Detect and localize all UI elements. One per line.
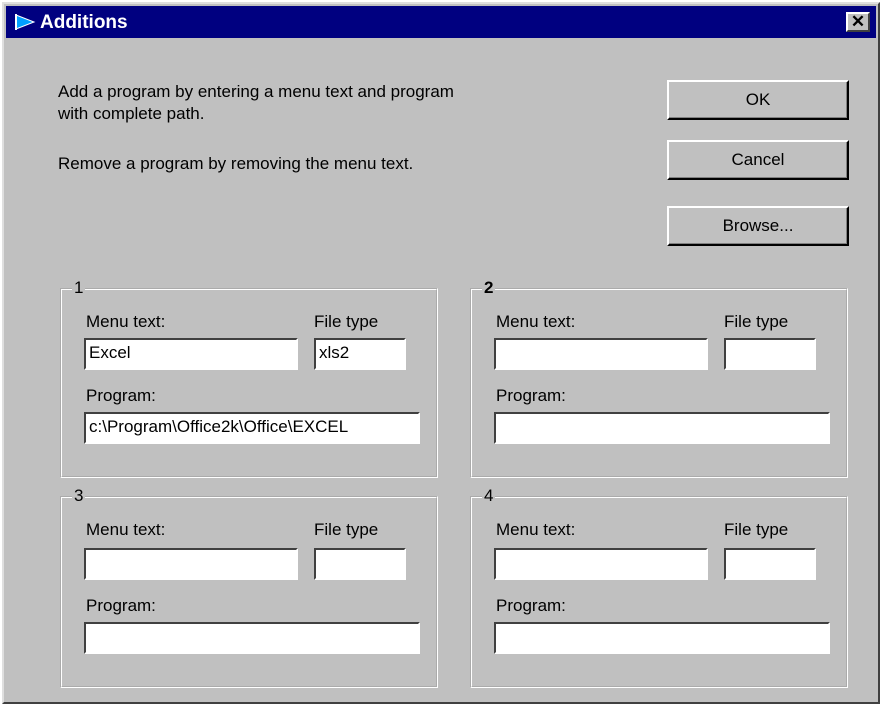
instruction-line-1: Add a program by entering a menu text an… (58, 82, 454, 101)
file-type-input[interactable] (314, 548, 406, 580)
group-title: 2 (482, 278, 496, 298)
group-title: 4 (482, 486, 496, 506)
menu-text-input[interactable] (494, 338, 708, 370)
close-button[interactable]: ✕ (846, 12, 870, 32)
instruction-line-2: with complete path. (58, 104, 205, 123)
file-type-label: File type (724, 312, 789, 331)
program-label: Program: (86, 596, 156, 615)
menu-text-input[interactable] (84, 548, 298, 580)
program-path-input[interactable] (84, 622, 420, 654)
menu-text-label: Menu text: (86, 520, 166, 539)
instruction-line-3: Remove a program by removing the menu te… (58, 154, 414, 173)
program-group-1: 1 Menu text: File type Excel xls2 Progra… (60, 278, 438, 478)
file-type-label: File type (314, 312, 379, 331)
program-path-input[interactable] (494, 622, 830, 654)
menu-text-input[interactable] (494, 548, 708, 580)
program-group-2: 2 Menu text: File type Program: (470, 278, 848, 478)
program-path-input[interactable] (494, 412, 830, 444)
additions-dialog: Additions ✕ Add a program by entering a … (2, 2, 880, 704)
program-group-4: 4 Menu text: File type Program: (470, 486, 848, 688)
close-icon: ✕ (850, 12, 866, 31)
menu-text-label: Menu text: (86, 312, 166, 331)
program-label: Program: (86, 386, 156, 405)
app-flag-icon (15, 14, 36, 30)
browse-button[interactable]: Browse... (667, 206, 849, 246)
cancel-button[interactable]: Cancel (667, 140, 849, 180)
ok-button[interactable]: OK (667, 80, 849, 120)
program-group-3: 3 Menu text: File type Program: (60, 486, 438, 688)
file-type-label: File type (724, 520, 789, 539)
file-type-label: File type (314, 520, 379, 539)
file-type-input[interactable] (724, 548, 816, 580)
program-path-input[interactable]: c:\Program\Office2k\Office\EXCEL (84, 412, 420, 444)
file-type-input[interactable]: xls2 (314, 338, 406, 370)
menu-text-label: Menu text: (496, 312, 576, 331)
menu-text-label: Menu text: (496, 520, 576, 539)
menu-text-input[interactable]: Excel (84, 338, 298, 370)
program-label: Program: (496, 386, 566, 405)
file-type-input[interactable] (724, 338, 816, 370)
window-title: Additions (40, 12, 128, 33)
title-bar[interactable]: Additions ✕ (6, 6, 876, 38)
group-title: 3 (72, 486, 86, 506)
group-title: 1 (72, 278, 86, 298)
program-label: Program: (496, 596, 566, 615)
